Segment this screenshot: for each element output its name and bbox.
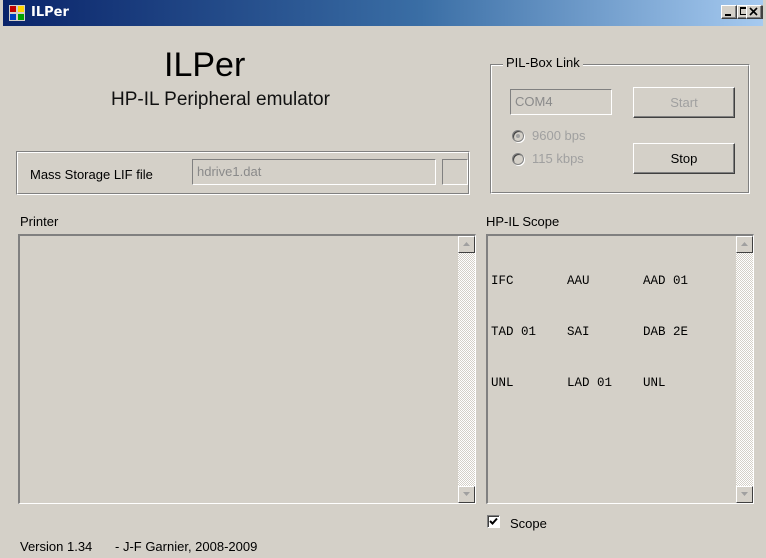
arrow-down-icon bbox=[741, 492, 748, 496]
scope-cell: DAB 2E bbox=[643, 325, 689, 339]
scope-log: IFC AAU AAD 01 TAD 01 SAI DAB 2E UNL LAD 01 UN… bbox=[491, 239, 719, 426]
pil-box-legend: PIL-Box Link bbox=[503, 55, 583, 70]
minimize-button[interactable] bbox=[721, 5, 737, 19]
com-port-field[interactable]: COM4 bbox=[510, 89, 612, 115]
scope-row: IFC AAU AAD 01 bbox=[491, 273, 719, 290]
author-label: - J-F Garnier, 2008-2009 bbox=[115, 539, 258, 554]
window-title: ILPer bbox=[31, 5, 69, 20]
printer-scroll-down-button[interactable] bbox=[458, 486, 475, 503]
scope-row: UNL LAD 01 UNL bbox=[491, 375, 719, 392]
minimize-icon bbox=[725, 14, 731, 16]
pil-box-group bbox=[490, 64, 750, 194]
close-icon bbox=[749, 7, 758, 16]
version-label: Version 1.34 bbox=[20, 539, 93, 554]
printer-label: Printer bbox=[20, 214, 59, 229]
scope-label: HP-IL Scope bbox=[486, 214, 560, 229]
printer-scrollbar[interactable] bbox=[458, 236, 475, 503]
stop-button[interactable]: Stop bbox=[633, 143, 735, 174]
radio-9600[interactable] bbox=[512, 130, 524, 142]
scope-cell: IFC bbox=[491, 274, 514, 288]
printer-scroll-up-button[interactable] bbox=[458, 236, 475, 253]
radio-9600-label: 9600 bps bbox=[532, 128, 586, 143]
scope-checkbox[interactable] bbox=[487, 515, 500, 528]
radio-115k-label: 115 kbps bbox=[532, 151, 584, 166]
mass-storage-file-field[interactable]: hdrive1.dat bbox=[192, 159, 436, 185]
title-bar[interactable]: ILPer bbox=[3, 0, 763, 26]
app-title: ILPer bbox=[164, 46, 246, 84]
scope-cell: AAD 01 bbox=[643, 274, 689, 288]
start-button[interactable]: Start bbox=[633, 87, 735, 118]
scope-checkbox-label: Scope bbox=[510, 516, 547, 531]
radio-115k[interactable] bbox=[512, 153, 524, 165]
scope-cell: AAU bbox=[567, 274, 590, 288]
arrow-down-icon bbox=[463, 492, 470, 496]
mass-storage-label: Mass Storage LIF file bbox=[30, 167, 153, 182]
checkmark-icon bbox=[489, 517, 498, 525]
scope-output[interactable]: IFC AAU AAD 01 TAD 01 SAI DAB 2E UNL LAD 01 UN… bbox=[486, 234, 754, 504]
scope-cell: UNL bbox=[643, 376, 666, 390]
printer-output[interactable] bbox=[18, 234, 476, 504]
mass-storage-browse-box[interactable] bbox=[442, 159, 468, 185]
app-subtitle: HP-IL Peripheral emulator bbox=[111, 89, 330, 110]
scope-scroll-down-button[interactable] bbox=[736, 486, 753, 503]
app-icon bbox=[9, 5, 25, 21]
close-button-face[interactable] bbox=[746, 5, 762, 19]
scope-scrollbar[interactable] bbox=[736, 236, 753, 503]
arrow-up-icon bbox=[463, 242, 470, 246]
scope-cell: TAD 01 bbox=[491, 325, 537, 339]
scope-cell: UNL bbox=[491, 376, 514, 390]
arrow-up-icon bbox=[741, 242, 748, 246]
scope-scroll-up-button[interactable] bbox=[736, 236, 753, 253]
scope-cell: SAI bbox=[567, 325, 590, 339]
main-window: ILPer ILPer HP-IL Peripheral emulator Ma… bbox=[0, 0, 766, 558]
scope-cell: LAD 01 bbox=[567, 376, 613, 390]
scope-row: TAD 01 SAI DAB 2E bbox=[491, 324, 719, 341]
